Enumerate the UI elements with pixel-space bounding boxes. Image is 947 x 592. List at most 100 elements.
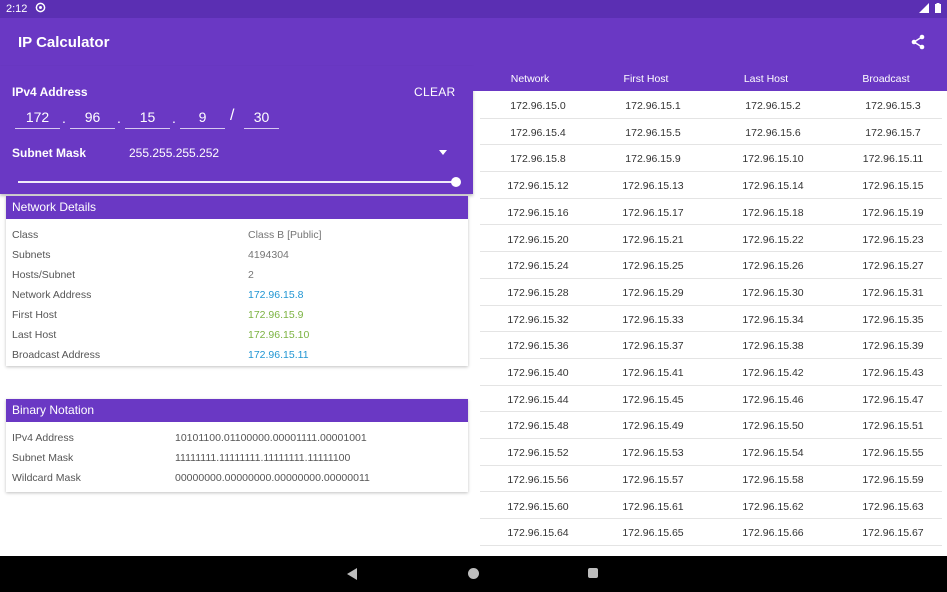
table-cell: 172.96.15.20	[507, 233, 569, 246]
table-row[interactable]: 172.96.15.4 172.96.15.5 172.96.15.6 172.96.…	[480, 119, 942, 146]
table-cell: 172.96.15.59	[862, 473, 924, 486]
table-cell: 172.96.15.66	[742, 527, 804, 540]
octet-3-input[interactable]: 15	[125, 107, 170, 129]
table-cell: 172.96.15.26	[742, 260, 804, 273]
subnet-table[interactable]: Network First Host Last Host Broadcast 1…	[473, 66, 947, 556]
table-cell: 172.96.15.56	[507, 473, 569, 486]
subnet-mask-label: Subnet Mask	[12, 146, 87, 160]
column-header-last-host: Last Host	[743, 73, 789, 85]
table-cell: 172.96.15.0	[510, 100, 566, 112]
column-header-first-host: First Host	[623, 73, 669, 85]
table-cell: 172.96.15.31	[862, 286, 924, 299]
share-icon[interactable]	[907, 31, 929, 53]
table-cell: 172.96.15.13	[622, 180, 684, 193]
table-cell: 172.96.15.35	[862, 313, 924, 326]
table-cell: 172.96.15.36	[507, 340, 569, 353]
detail-value: 172.96.15.8	[248, 289, 304, 301]
table-cell: 172.96.15.67	[862, 527, 924, 540]
table-cell: 172.96.15.37	[622, 340, 684, 353]
detail-key: Network Address	[12, 289, 92, 301]
detail-value: Class B [Public]	[248, 229, 322, 241]
binary-notation-panel: Binary Notation IPv4 Address 10101100.01…	[6, 399, 468, 492]
table-cell: 172.96.15.58	[742, 473, 804, 486]
table-cell: 172.96.15.10	[742, 153, 804, 166]
table-row[interactable]: 172.96.15.60 172.96.15.61 172.96.15.62 172.…	[480, 493, 942, 520]
app-title: IP Calculator	[18, 33, 110, 51]
octet-separator: .	[62, 110, 66, 126]
table-cell: 172.96.15.34	[742, 313, 804, 326]
table-cell: 172.96.15.44	[507, 393, 569, 406]
table-cell: 172.96.15.18	[742, 206, 804, 219]
cidr-slash: /	[230, 107, 235, 124]
detail-key: Subnets	[12, 249, 51, 261]
table-row[interactable]: 172.96.15.8 172.96.15.9 172.96.15.10 172.96…	[480, 145, 942, 173]
table-row[interactable]: 172.96.15.12 172.96.15.13 172.96.15.14 172.…	[480, 172, 942, 199]
binary-value: 11111111.11111111.11111111.11111100	[175, 452, 351, 464]
app-bar: IP Calculator	[0, 18, 947, 66]
network-details-panel: Network Details Class Class B [Public] S…	[6, 196, 468, 366]
table-cell: 172.96.15.64	[507, 527, 569, 540]
table-row[interactable]: 172.96.15.28 172.96.15.29 172.96.15.30 172.…	[480, 279, 942, 306]
table-row[interactable]: 172.96.15.52 172.96.15.53 172.96.15.54 172.…	[480, 439, 942, 466]
table-cell: 172.96.15.45	[622, 393, 684, 406]
back-triangle-icon[interactable]	[347, 568, 357, 580]
table-row[interactable]: 172.96.15.36 172.96.15.37 172.96.15.38 172.…	[480, 332, 942, 359]
table-cell: 172.96.15.29	[622, 286, 684, 299]
home-circle-icon[interactable]	[468, 568, 479, 579]
table-row[interactable]: 172.96.15.44 172.96.15.45 172.96.15.46 172.…	[480, 386, 942, 413]
table-row[interactable]: 172.96.15.48 172.96.15.49 172.96.15.50 172.…	[480, 412, 942, 440]
table-cell: 172.96.15.40	[507, 367, 569, 379]
table-row[interactable]: 172.96.15.56 172.96.15.57 172.96.15.58 172.…	[480, 466, 942, 493]
detail-key: Hosts/Subnet	[12, 269, 76, 281]
subnet-mask-select[interactable]: 255.255.255.252	[129, 146, 219, 160]
table-row[interactable]: 172.96.15.24 172.96.15.25 172.96.15.26 172.…	[480, 252, 942, 279]
cidr-slider-track[interactable]	[18, 181, 456, 183]
table-cell: 172.96.15.52	[507, 447, 569, 460]
table-cell: 172.96.15.30	[742, 286, 804, 299]
detail-value: 4194304	[248, 249, 289, 261]
table-cell: 172.96.15.9	[625, 153, 681, 166]
table-row[interactable]: 172.96.15.64 172.96.15.65 172.96.15.66 172.…	[480, 519, 942, 546]
octet-2-input[interactable]: 96	[70, 107, 115, 129]
octet-4-input[interactable]: 9	[180, 107, 225, 129]
dropdown-arrow-icon[interactable]	[439, 150, 447, 155]
signal-icon	[919, 2, 929, 16]
table-cell: 172.96.15.32	[507, 313, 569, 326]
table-cell: 172.96.15.50	[742, 420, 804, 433]
cidr-slider-thumb[interactable]	[451, 177, 461, 187]
column-header-broadcast: Broadcast	[862, 73, 910, 85]
table-cell: 172.96.15.54	[742, 447, 804, 460]
table-row[interactable]: 172.96.15.0 172.96.15.1 172.96.15.2 172.96.…	[480, 92, 942, 119]
table-cell: 172.96.15.6	[745, 126, 801, 139]
binary-key: Subnet Mask	[12, 452, 74, 464]
detail-key: Broadcast Address	[12, 349, 101, 361]
navigation-bar	[0, 556, 947, 592]
detail-value: 172.96.15.11	[248, 349, 309, 361]
table-row[interactable]: 172.96.15.32 172.96.15.33 172.96.15.34 172.…	[480, 306, 942, 333]
binary-row: IPv4 Address 10101100.01100000.00001111.…	[6, 428, 468, 448]
clear-button[interactable]: CLEAR	[414, 85, 456, 99]
binary-key: Wildcard Mask	[12, 472, 81, 484]
binary-notation-title: Binary Notation	[6, 399, 468, 422]
table-cell: 172.96.15.38	[742, 340, 804, 353]
table-cell: 172.96.15.5	[625, 126, 681, 139]
battery-icon	[935, 2, 941, 16]
table-row[interactable]: 172.96.15.40 172.96.15.41 172.96.15.42 172.…	[480, 359, 942, 386]
table-row[interactable]: 172.96.15.20 172.96.15.21 172.96.15.22 172.…	[480, 226, 942, 253]
cidr-input[interactable]: 30	[244, 107, 279, 129]
table-cell: 172.96.15.7	[865, 126, 921, 139]
recents-square-icon[interactable]	[588, 568, 598, 578]
status-bar: 2:12	[0, 0, 947, 18]
table-row[interactable]: 172.96.15.68172.96.15.69172.96.15.70172.…	[480, 546, 942, 556]
detail-key: Last Host	[12, 329, 57, 341]
sync-icon	[35, 2, 46, 16]
binary-row: Wildcard Mask 00000000.00000000.00000000…	[6, 468, 468, 488]
octet-1-input[interactable]: 172	[15, 107, 60, 129]
table-cell: 172.96.15.51	[862, 420, 924, 433]
table-cell: 172.96.15.62	[742, 500, 804, 513]
table-cell: 172.96.15.4	[510, 126, 566, 139]
table-row[interactable]: 172.96.15.16 172.96.15.17 172.96.15.18 172.…	[480, 199, 942, 226]
binary-key: IPv4 Address	[12, 432, 74, 444]
detail-row: Hosts/Subnet 2	[6, 265, 468, 285]
table-cell: 172.96.15.46	[742, 393, 804, 406]
